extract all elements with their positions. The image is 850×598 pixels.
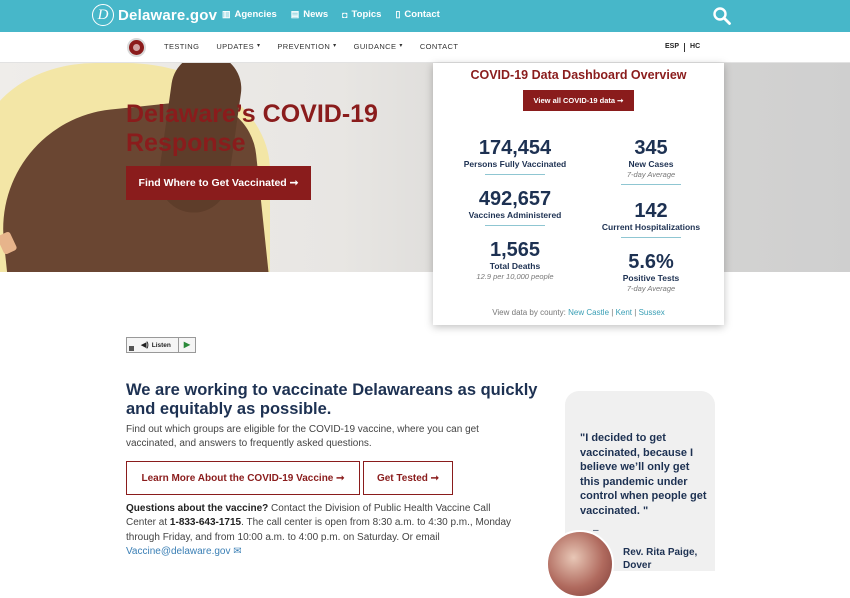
nav-contact[interactable]: CONTACT	[420, 42, 459, 51]
stat-vaccines-administered: 492,657 Vaccines Administered	[445, 188, 585, 226]
nav-testing[interactable]: TESTING	[164, 42, 199, 51]
view-all-data-button[interactable]: View all COVID-19 data ➞	[523, 90, 634, 111]
delaware-logo[interactable]: D Delaware.gov	[92, 4, 217, 26]
top-bar: D Delaware.gov ▥ Agencies ▤ News ◘ Topics ▯…	[0, 0, 850, 32]
caret-down-icon: ▾	[399, 43, 403, 49]
top-links: ▥ Agencies ▤ News ◘ Topics ▯ Contact	[222, 9, 440, 20]
agencies-link[interactable]: ▥ Agencies	[222, 9, 277, 20]
nav-guidance[interactable]: GUIDANCE ▾	[354, 42, 403, 51]
county-kent-link[interactable]: Kent	[616, 308, 632, 317]
readspeaker-icon	[129, 346, 134, 351]
speaker-icon: ◀)	[141, 342, 149, 349]
learn-more-vaccine-button[interactable]: Learn More About the COVID-19 Vaccine ➞	[126, 461, 360, 495]
topics-link[interactable]: ◘ Topics	[342, 9, 381, 20]
divider	[485, 225, 545, 226]
newspaper-icon: ▤	[290, 9, 300, 19]
dashboard-title: COVID-19 Data Dashboard Overview	[470, 68, 687, 82]
phone-icon: ▯	[395, 9, 401, 19]
contact-link[interactable]: ▯ Contact	[395, 9, 439, 20]
main-paragraph: Find out which groups are eligible for t…	[126, 424, 479, 449]
stat-fully-vaccinated: 174,454 Persons Fully Vaccinated	[445, 137, 585, 175]
stat-hospitalizations: 142 Current Hospitalizations	[581, 200, 721, 238]
divider	[621, 184, 681, 185]
county-new-castle-link[interactable]: New Castle	[568, 308, 609, 317]
search-icon[interactable]	[712, 6, 732, 26]
county-links: View data by county: New Castle | Kent |…	[492, 308, 665, 317]
lang-hc[interactable]: HC	[690, 43, 700, 52]
get-tested-button[interactable]: Get Tested ➞	[363, 461, 453, 495]
divider	[485, 174, 545, 175]
contact-paragraph: Questions about the vaccine? Contact the…	[126, 503, 512, 557]
listen-button[interactable]: ◀) Listen ▶	[126, 337, 196, 353]
county-sussex-link[interactable]: Sussex	[639, 308, 665, 317]
site-name: Delaware.gov	[118, 6, 218, 24]
nav-updates[interactable]: UPDATES ▾	[216, 42, 260, 51]
news-link[interactable]: ▤ News	[291, 9, 328, 20]
building-icon: ▥	[222, 9, 231, 19]
data-dashboard-card: COVID-19 Data Dashboard Overview View al…	[433, 63, 724, 325]
email-link[interactable]: Vaccine@delaware.gov	[126, 546, 230, 557]
lang-divider	[684, 43, 686, 52]
hero-title: Delaware’s COVID-19 Response	[126, 100, 378, 157]
main-heading: We are working to vaccinate Delawareans …	[126, 381, 538, 418]
testimonial-quote: "I decided to get vaccinated, because I …	[580, 432, 707, 517]
lang-esp[interactable]: ESP	[665, 43, 679, 52]
dashboard-header: COVID-19 Data Dashboard Overview View al…	[433, 63, 724, 129]
divider	[621, 237, 681, 238]
find-vaccine-button[interactable]: Find Where to Get Vaccinated ➞	[126, 166, 311, 200]
chat-icon: ◘	[342, 9, 348, 20]
testimonial-author: Rev. Rita Paige, Dover	[623, 547, 698, 571]
stat-new-cases: 345 New Cases 7-day Average	[581, 137, 721, 185]
phone-number[interactable]: 1-833-643-1715	[170, 517, 241, 528]
stat-positive-tests: 5.6% Positive Tests 7-day Average	[622, 251, 680, 293]
stat-total-deaths: 1,565 Total Deaths 12.9 per 10,000 peopl…	[476, 239, 554, 281]
delaware-seal-icon: D	[92, 4, 114, 26]
envelope-icon: ✉	[233, 545, 242, 557]
caret-down-icon: ▾	[333, 43, 337, 49]
testimonial-avatar	[546, 530, 614, 598]
language-switch: ESP HC	[665, 43, 700, 52]
nav-prevention[interactable]: PREVENTION ▾	[277, 42, 336, 51]
sub-navigation: TESTING UPDATES ▾ PREVENTION ▾ GUIDANCE ▾ C…	[0, 32, 850, 63]
caret-down-icon: ▾	[256, 43, 261, 49]
play-icon[interactable]: ▶	[178, 338, 195, 352]
dph-seal-icon[interactable]	[127, 38, 146, 57]
subnav-items: TESTING UPDATES ▾ PREVENTION ▾ GUIDANCE ▾ C…	[164, 42, 475, 51]
